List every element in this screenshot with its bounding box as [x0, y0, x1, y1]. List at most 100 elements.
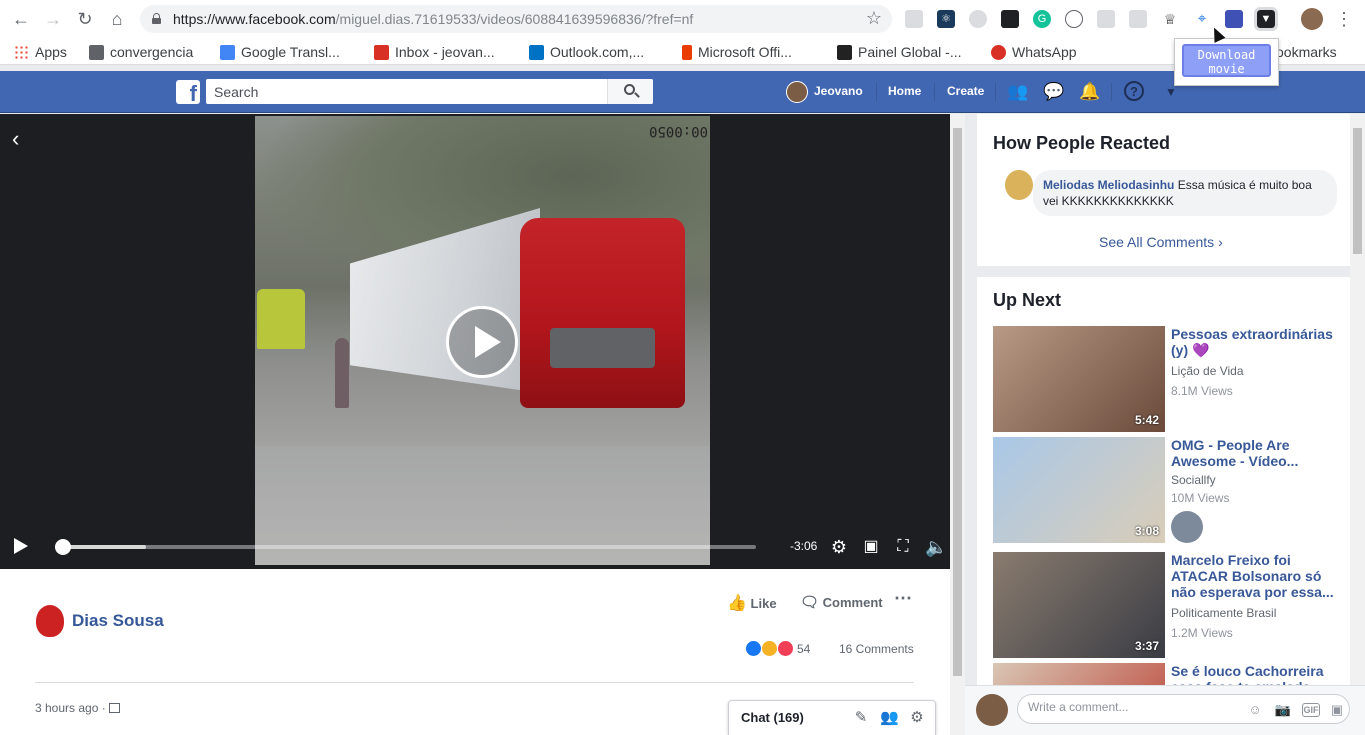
bookmark-other[interactable]: ookmarks: [1276, 42, 1337, 62]
messenger-icon[interactable]: 💬: [1043, 81, 1065, 103]
bookmark-apps[interactable]: Apps: [14, 42, 67, 62]
comment-button[interactable]: 🗨 Comment: [800, 593, 883, 611]
extension-icon[interactable]: [1001, 10, 1019, 28]
url-text[interactable]: https://www.facebook.com/miguel.dias.716…: [173, 11, 693, 27]
crop-icon[interactable]: ⌖: [1193, 10, 1211, 28]
search-input[interactable]: [214, 82, 604, 101]
up-next-item[interactable]: 3:37 Marcelo Freixo foi ATACAR Bolsonaro…: [993, 552, 1343, 658]
home-icon[interactable]: ⌂: [107, 9, 127, 29]
post-timestamp[interactable]: 3 hours ago ·: [35, 701, 121, 715]
comment-author[interactable]: Meliodas Meliodasinhu: [1043, 178, 1174, 192]
avatar[interactable]: [786, 81, 808, 103]
bookmarks-bar: Apps convergencia Google Transl... Inbox…: [0, 38, 1365, 65]
channel-name[interactable]: Sociallfy: [1171, 473, 1216, 487]
react-devtools-icon[interactable]: ⚛: [937, 10, 955, 28]
kebab-menu-icon[interactable]: ⋮: [1335, 8, 1353, 30]
chat-bar[interactable]: Chat (169) ✎ 👥 ⚙: [728, 700, 936, 735]
chevron-left-icon[interactable]: ‹: [12, 126, 19, 152]
video-progress-bar[interactable]: [55, 539, 756, 555]
extension-icon[interactable]: [1065, 10, 1083, 28]
reaction-count[interactable]: 54: [797, 642, 810, 656]
picture-in-picture-icon[interactable]: ▣: [860, 536, 882, 558]
bookmark-google-translate[interactable]: Google Transl...: [220, 42, 340, 62]
search-button[interactable]: [607, 79, 653, 104]
chat-label[interactable]: Chat (169): [741, 710, 804, 725]
bookmark-painel[interactable]: Painel Global -...: [837, 42, 962, 62]
up-next-item[interactable]: Se é louco Cachorreira essa fase ta emal…: [993, 663, 1343, 685]
view-count: 1.2M Views: [1171, 626, 1233, 640]
video-title[interactable]: Marcelo Freixo foi ATACAR Bolsonaro só n…: [1171, 552, 1341, 600]
sticker-icon[interactable]: ▣: [1328, 701, 1346, 719]
compose-icon[interactable]: ✎: [852, 709, 870, 727]
play-icon[interactable]: [446, 306, 518, 378]
sidebar-scrollbar[interactable]: [1350, 114, 1365, 685]
extension-icon[interactable]: [969, 10, 987, 28]
extension-icon[interactable]: [1097, 10, 1115, 28]
author-name[interactable]: Dias Sousa: [72, 611, 164, 631]
help-icon[interactable]: ?: [1124, 81, 1144, 101]
up-next-item[interactable]: 3:08 OMG - People Are Awesome - Vídeo...…: [993, 437, 1343, 543]
extension-icon[interactable]: [1225, 10, 1243, 28]
notifications-bell-icon[interactable]: 🔔: [1079, 81, 1101, 103]
author-avatar[interactable]: [36, 605, 64, 637]
extension-icon[interactable]: [905, 10, 923, 28]
like-button[interactable]: 👍 Like: [727, 593, 777, 613]
bookmark-folder[interactable]: convergencia: [89, 42, 193, 62]
back-arrow-icon[interactable]: ←: [11, 9, 31, 29]
see-all-comments-link[interactable]: See All Comments ›: [1099, 234, 1223, 250]
bookmark-label: Apps: [35, 44, 67, 60]
facebook-logo-icon[interactable]: f: [176, 80, 200, 104]
comment-field[interactable]: ☺ 📷 GIF ▣: [1017, 694, 1350, 724]
settings-gear-icon[interactable]: ⚙: [828, 536, 850, 558]
comment-input[interactable]: [1028, 700, 1228, 714]
progress-handle[interactable]: [55, 539, 71, 555]
video-downloader-icon[interactable]: ▼: [1254, 7, 1278, 31]
bookmark-star-icon[interactable]: ☆: [866, 8, 882, 29]
reload-icon[interactable]: ↻: [75, 9, 95, 29]
camera-icon[interactable]: 📷: [1274, 701, 1292, 719]
download-movie-button[interactable]: Download movie: [1182, 44, 1271, 77]
bookmark-gmail[interactable]: Inbox - jeovan...: [374, 42, 495, 62]
fullscreen-icon[interactable]: ⛶: [892, 536, 914, 558]
video-thumbnail[interactable]: 3:37: [993, 552, 1165, 658]
bookmark-office[interactable]: Microsoft Offi...: [682, 42, 792, 62]
crown-icon[interactable]: ♕: [1161, 10, 1179, 28]
friend-requests-icon[interactable]: 👥: [1007, 81, 1029, 103]
video-title[interactable]: OMG - People Are Awesome - Vídeo...: [1171, 437, 1341, 469]
emoji-icon[interactable]: ☺: [1246, 701, 1264, 719]
video-thumbnail[interactable]: 5:42: [993, 326, 1165, 432]
video-thumbnail[interactable]: 3:08: [993, 437, 1165, 543]
up-next-item[interactable]: 5:42 Pessoas extraordinárias (y) 💜 Lição…: [993, 326, 1343, 432]
new-group-icon[interactable]: 👥: [880, 709, 899, 727]
volume-icon[interactable]: 🔈: [925, 536, 947, 558]
bookmark-outlook[interactable]: Outlook.com,...: [529, 42, 644, 62]
create-link[interactable]: Create: [947, 84, 984, 98]
play-button[interactable]: [14, 538, 28, 554]
profile-avatar[interactable]: [1301, 8, 1323, 30]
search-box: [206, 79, 653, 104]
video-title[interactable]: Pessoas extraordinárias (y) 💜: [1171, 326, 1341, 358]
extension-icon[interactable]: [1129, 10, 1147, 28]
grammarly-icon[interactable]: G: [1033, 10, 1051, 28]
comments-count[interactable]: 16 Comments: [839, 642, 914, 656]
video-overlay-timestamp: 00:0050: [648, 123, 708, 139]
profile-link[interactable]: Jeovano: [814, 84, 863, 98]
video-thumbnail[interactable]: [993, 663, 1165, 685]
gif-icon[interactable]: GIF: [1302, 703, 1320, 717]
commenter-avatar[interactable]: [1005, 170, 1033, 200]
video-player[interactable]: ‹ 00:0050 -3:06 ⚙ ▣ ⛶ 🔈: [0, 114, 950, 569]
channel-name[interactable]: Politicamente Brasil: [1171, 606, 1276, 620]
more-options-icon[interactable]: ⋯: [894, 588, 912, 609]
chat-settings-gear-icon[interactable]: ⚙: [908, 709, 926, 727]
avatar[interactable]: [976, 694, 1008, 726]
reaction-icons[interactable]: [745, 640, 795, 658]
home-link[interactable]: Home: [888, 84, 921, 98]
bookmark-whatsapp[interactable]: WhatsApp: [991, 42, 1077, 62]
channel-name[interactable]: Lição de Vida: [1171, 364, 1244, 378]
address-bar[interactable]: https://www.facebook.com/miguel.dias.716…: [140, 5, 892, 33]
page-scrollbar[interactable]: [950, 114, 965, 735]
comment-label: Comment: [822, 595, 883, 610]
forward-arrow-icon[interactable]: →: [43, 9, 63, 29]
avatar[interactable]: [1171, 511, 1203, 543]
video-title[interactable]: Se é louco Cachorreira essa fase ta emal…: [1171, 663, 1341, 685]
